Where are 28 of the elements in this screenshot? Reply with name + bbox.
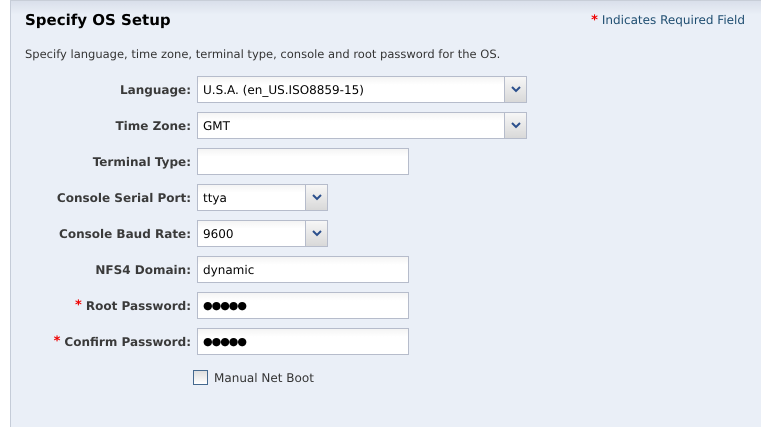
required-note: Indicates Required Field [602,13,745,27]
dropdown[interactable]: U.S.A. (en_US.ISO8859-15) [197,76,527,103]
checkbox[interactable] [193,370,208,385]
required-marker: * [75,298,82,313]
required-marker: * [54,334,60,349]
chevron-down-icon [504,113,526,138]
chevron-down-icon [504,77,526,102]
field-label: Confirm Password: [64,334,191,348]
checkbox-label: Manual Net Boot [214,370,314,384]
field-label: Terminal Type: [92,154,191,168]
dropdown[interactable]: ttya [197,184,328,211]
field-label: Language: [120,82,191,96]
field-label: Console Baud Rate: [59,226,191,240]
description: Specify language, time zone, terminal type, console and root password for the OS. [25,47,502,61]
panel-title: Specify OS Setup [25,11,171,29]
field-label: Root Password: [86,298,191,312]
dropdown[interactable]: 9600 [197,220,328,247]
chevron-down-icon [305,185,327,210]
input-field[interactable]: ●●●●● [197,292,409,319]
chevron-down-icon [305,221,327,246]
field-label: Time Zone: [115,118,191,132]
dropdown[interactable]: GMT [197,112,527,139]
field-label: NFS4 Domain: [95,262,191,276]
input-field[interactable]: ●●●●● [197,328,409,355]
required-marker: * [591,12,598,28]
input-field[interactable]: dynamic [197,256,409,283]
input-field[interactable] [197,148,409,175]
field-label: Console Serial Port: [56,190,191,204]
